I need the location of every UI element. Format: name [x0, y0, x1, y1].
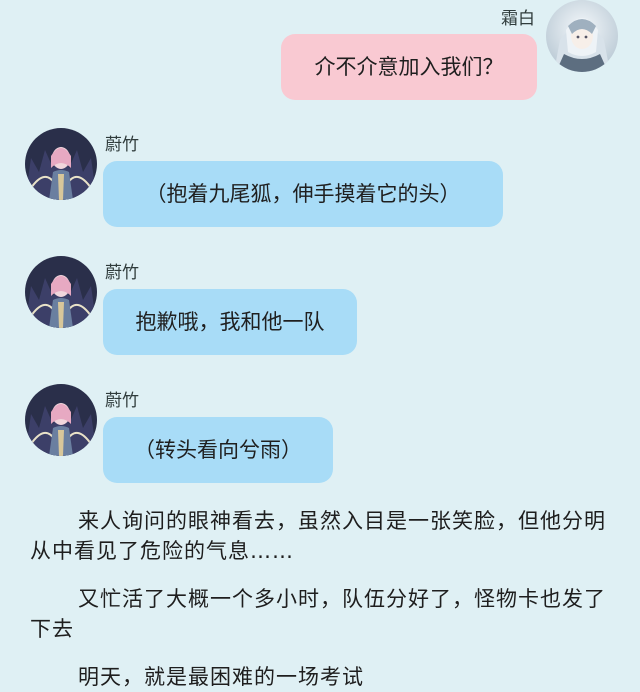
message-left: 蔚竹 （抱着九尾狐，伸手摸着它的头）	[0, 128, 640, 248]
message-left: 蔚竹 抱歉哦，我和他一队	[0, 256, 640, 376]
avatar-image	[25, 256, 97, 328]
sender-name: 蔚竹	[105, 263, 139, 283]
message-bubble[interactable]: （抱着九尾狐，伸手摸着它的头）	[103, 161, 503, 227]
message-left: 蔚竹 （转头看向兮雨）	[0, 384, 640, 504]
avatar-image	[25, 384, 97, 456]
avatar-image	[546, 0, 618, 72]
avatar[interactable]	[25, 256, 97, 328]
avatar[interactable]	[25, 384, 97, 456]
sender-name: 霜白	[501, 9, 535, 29]
message-bubble[interactable]: （转头看向兮雨）	[103, 417, 333, 483]
sender-name: 蔚竹	[105, 135, 139, 155]
avatar-image	[25, 128, 97, 200]
avatar[interactable]	[25, 128, 97, 200]
sender-name: 蔚竹	[105, 391, 139, 411]
narration-paragraph: 来人询问的眼神看去，虽然入目是一张笑脸，但他分明从中看见了危险的气息……	[30, 509, 606, 563]
avatar[interactable]	[546, 0, 618, 72]
message-bubble[interactable]: 抱歉哦，我和他一队	[103, 289, 357, 355]
message-bubble[interactable]: 介不介意加入我们？	[281, 34, 537, 100]
chat-view: 霜白 介不介意加入我们？ 蔚竹 （抱着九尾狐，伸手摸着它的头） 蔚竹 抱歉哦，我…	[0, 0, 640, 690]
narration-paragraph: 明天，就是最困难的一场考试	[78, 665, 364, 689]
message-right: 霜白 介不介意加入我们？	[0, 0, 640, 110]
narration-paragraph: 又忙活了大概一个多小时，队伍分好了，怪物卡也发了下去	[30, 587, 606, 641]
